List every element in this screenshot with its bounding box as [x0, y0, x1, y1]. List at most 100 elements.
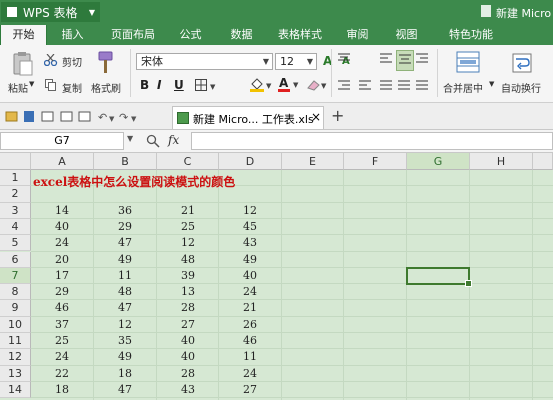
column-header-g[interactable]: G [407, 153, 470, 170]
data-cell[interactable]: 40 [157, 333, 219, 349]
fx-icon[interactable]: fx [168, 133, 179, 147]
data-cell[interactable]: 29 [94, 219, 156, 235]
font-name-select[interactable]: 宋体 ▼ [136, 53, 273, 70]
row-header-7[interactable]: 7 [0, 267, 31, 285]
row-header-6[interactable]: 6 [0, 251, 31, 268]
data-cell[interactable]: 18 [31, 382, 93, 398]
column-header-f[interactable]: F [344, 153, 407, 170]
font-size-select[interactable]: 12 ▼ [275, 53, 317, 70]
data-cell[interactable]: 45 [219, 219, 281, 235]
data-cell[interactable]: 27 [157, 317, 219, 333]
close-tab-icon[interactable]: × [311, 110, 321, 124]
data-cell[interactable]: 11 [94, 268, 156, 284]
row-header-1[interactable]: 1 [0, 170, 31, 187]
row-header-10[interactable]: 10 [0, 316, 31, 333]
data-cell[interactable]: 43 [219, 235, 281, 251]
column-header-h[interactable]: H [470, 153, 533, 170]
align-center-button[interactable] [396, 50, 414, 71]
row-header-5[interactable]: 5 [0, 235, 31, 252]
name-box[interactable]: G7 [0, 132, 124, 150]
row-header-2[interactable]: 2 [0, 186, 31, 203]
fill-color-button[interactable]: ▼ [250, 78, 274, 95]
data-cell[interactable]: 43 [157, 382, 219, 398]
tab-page-layout[interactable]: 页面布局 [104, 25, 162, 45]
align-left-indent-button[interactable] [337, 79, 351, 96]
data-cell[interactable]: 28 [157, 300, 219, 316]
data-cell[interactable]: 29 [31, 284, 93, 300]
data-cell[interactable]: 47 [94, 235, 156, 251]
clear-format-button[interactable]: ▼ [306, 78, 328, 94]
data-cell[interactable]: 37 [31, 317, 93, 333]
paste-button[interactable] [12, 51, 34, 80]
tab-formulas[interactable]: 公式 [168, 25, 213, 45]
copy-button[interactable] [45, 79, 57, 94]
fill-handle[interactable] [465, 280, 472, 287]
file-tab[interactable]: 新建 Micro... 工作表.xls × [172, 106, 324, 129]
column-header-d[interactable]: D [219, 153, 282, 170]
row-header-3[interactable]: 3 [0, 202, 31, 219]
data-cell[interactable]: 18 [94, 366, 156, 382]
wps-app-menu-button[interactable]: WPS 表格 ▼ [1, 2, 100, 22]
data-cell[interactable]: 47 [94, 300, 156, 316]
align-top-button[interactable] [337, 52, 351, 69]
align-right-button[interactable] [414, 50, 430, 69]
row-header-13[interactable]: 13 [0, 365, 31, 382]
select-all-corner[interactable] [0, 153, 31, 170]
data-cell[interactable]: 20 [31, 252, 93, 268]
data-cell[interactable]: 12 [94, 317, 156, 333]
data-cell[interactable]: 21 [157, 203, 219, 219]
chevron-down-icon[interactable]: ▼ [127, 134, 133, 143]
data-cell[interactable]: 49 [219, 252, 281, 268]
data-cell[interactable]: 40 [219, 268, 281, 284]
formula-input[interactable] [191, 132, 553, 150]
data-cell[interactable]: 39 [157, 268, 219, 284]
cut-button[interactable] [43, 53, 58, 69]
data-cell[interactable]: 40 [157, 349, 219, 365]
column-header-e[interactable]: E [282, 153, 344, 170]
align-left-button[interactable] [378, 50, 394, 69]
data-cell[interactable]: 26 [219, 317, 281, 333]
data-cell[interactable]: 47 [94, 382, 156, 398]
column-header-a[interactable]: A [31, 153, 94, 170]
data-cell[interactable]: 24 [31, 235, 93, 251]
tab-view[interactable]: 视图 [384, 25, 429, 45]
data-cell[interactable]: 21 [219, 300, 281, 316]
row-header-9[interactable]: 9 [0, 300, 31, 317]
selected-cell-g7[interactable] [406, 267, 470, 285]
data-cell[interactable]: 27 [219, 382, 281, 398]
data-cell[interactable]: 25 [157, 219, 219, 235]
data-cell[interactable]: 22 [31, 366, 93, 382]
column-header-c[interactable]: C [157, 153, 219, 170]
tab-home[interactable]: 开始 [0, 25, 47, 45]
data-cell[interactable]: 48 [94, 284, 156, 300]
tab-table-style[interactable]: 表格样式 [271, 25, 329, 45]
data-cell[interactable]: 25 [31, 333, 93, 349]
font-color-button[interactable]: A ▼ [278, 76, 302, 95]
data-cell[interactable]: 40 [31, 219, 93, 235]
paste-dropdown-icon[interactable]: ▼ [29, 80, 34, 88]
data-cell[interactable]: 49 [94, 349, 156, 365]
column-header-partial[interactable] [533, 153, 553, 170]
row-header-8[interactable]: 8 [0, 284, 31, 301]
data-cell[interactable]: 46 [219, 333, 281, 349]
wrap-text-button[interactable] [512, 53, 532, 76]
merge-dropdown-icon[interactable]: ▼ [489, 80, 494, 88]
data-cell[interactable]: 46 [31, 300, 93, 316]
spreadsheet-grid[interactable]: A B C D E F G H 1 2 3 4 5 6 7 8 9 10 11 12 13 14 exce… [0, 153, 553, 400]
tab-review[interactable]: 审阅 [335, 25, 380, 45]
data-cell[interactable]: 36 [94, 203, 156, 219]
zoom-icon[interactable] [146, 134, 160, 148]
data-cell[interactable]: 28 [157, 366, 219, 382]
data-cell[interactable]: 12 [157, 235, 219, 251]
data-cell[interactable]: 24 [219, 284, 281, 300]
tab-special-features[interactable]: 特色功能 [436, 25, 506, 45]
tab-insert[interactable]: 插入 [50, 25, 95, 45]
row-header-11[interactable]: 11 [0, 333, 31, 350]
row-header-12[interactable]: 12 [0, 349, 31, 366]
data-cell[interactable]: 24 [31, 349, 93, 365]
format-painter-button[interactable] [95, 51, 115, 78]
data-cell[interactable]: 49 [94, 252, 156, 268]
italic-button[interactable]: I [157, 78, 161, 92]
title-cell-a1[interactable]: excel表格中怎么设置阅读模式的颜色 [33, 173, 235, 190]
underline-button[interactable]: U [174, 78, 184, 92]
